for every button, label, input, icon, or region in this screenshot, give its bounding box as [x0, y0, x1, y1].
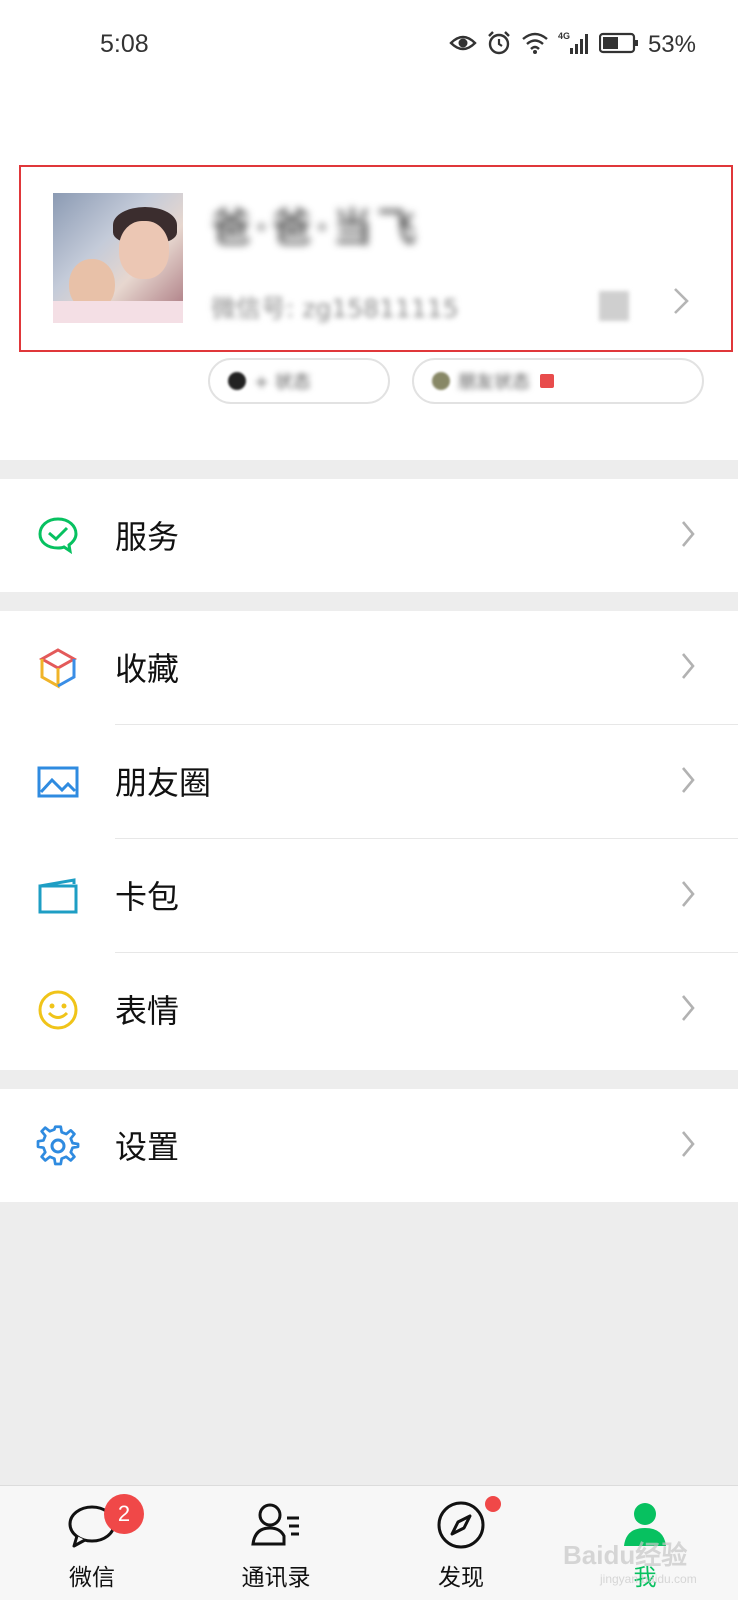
- chevron-right-icon: [680, 765, 696, 799]
- friend-avatars-icon: [432, 372, 450, 390]
- menu-group-main: 收藏 朋友圈 卡包 表情: [0, 611, 738, 1070]
- wallet-icon: [36, 874, 80, 918]
- image-icon: [36, 760, 80, 804]
- tab-label-contacts: 通讯录: [241, 1565, 311, 1591]
- menu-item-cards[interactable]: 卡包: [0, 839, 738, 953]
- status-bar: 5:08 4G 53%: [0, 0, 738, 92]
- tab-contacts[interactable]: 通讯录: [216, 1486, 336, 1600]
- menu-item-settings[interactable]: 设置: [0, 1089, 738, 1203]
- compass-icon: [434, 1498, 488, 1552]
- wifi-icon: [521, 31, 549, 59]
- menu-item-favorites[interactable]: 收藏: [0, 611, 738, 725]
- menu-group-services: 服务: [0, 479, 738, 592]
- tab-chats[interactable]: 2 微信: [32, 1486, 152, 1600]
- profile-wechat-id: 微信号: zg15811115: [211, 294, 459, 323]
- menu-item-stickers[interactable]: 表情: [0, 953, 738, 1067]
- new-dot: [540, 374, 554, 388]
- tab-discover[interactable]: 发现: [401, 1486, 521, 1600]
- discover-red-dot: [485, 1496, 501, 1512]
- menu-label-moments: 朋友圈: [115, 764, 212, 802]
- profile-card[interactable]: 爸·爸·当飞 微信号: zg15811115: [19, 165, 733, 352]
- smiley-icon: [36, 988, 80, 1032]
- wechat-pay-check-icon: [36, 514, 80, 558]
- friends-pill-label: 朋友状态: [458, 372, 530, 393]
- gear-icon: [36, 1124, 80, 1168]
- baidu-watermark-url: jingyan.baidu.com: [600, 1572, 697, 1586]
- menu-item-moments[interactable]: 朋友圈: [0, 725, 738, 839]
- network-type: 4G: [558, 31, 570, 41]
- menu-label-cards: 卡包: [115, 878, 180, 916]
- chevron-right-icon: [680, 879, 696, 913]
- friends-status-pill[interactable]: 朋友状态: [412, 358, 704, 404]
- tab-label-chats: 微信: [69, 1565, 115, 1591]
- alarm-icon: [486, 30, 512, 60]
- menu-label-stickers: 表情: [115, 992, 180, 1030]
- avatar[interactable]: [53, 193, 183, 323]
- profile-nickname: 爸·爸·当飞: [211, 205, 421, 251]
- menu-label-favorites: 收藏: [115, 650, 180, 688]
- battery-icon: [598, 32, 639, 58]
- battery-level: [602, 37, 618, 49]
- menu-group-settings: 设置: [0, 1089, 738, 1202]
- status-pill-label: + 状态: [254, 372, 311, 393]
- baidu-watermark: Baidu经验: [563, 1540, 688, 1570]
- tab-label-discover: 发现: [438, 1565, 484, 1591]
- menu-label-services: 服务: [115, 518, 180, 556]
- eye-icon: [449, 32, 477, 58]
- signal-icon: 4G: [558, 30, 590, 60]
- cube-icon: [36, 646, 80, 690]
- plus-icon: [228, 372, 246, 390]
- chevron-right-icon: [671, 285, 691, 321]
- profile-header: 5:08 4G 53% 爸·爸·当飞 微信号: zg15811115 + 状态 …: [0, 0, 738, 460]
- chevron-right-icon: [680, 993, 696, 1027]
- status-icons: 4G 53%: [449, 30, 696, 60]
- status-time: 5:08: [100, 30, 149, 58]
- chevron-right-icon: [680, 651, 696, 685]
- unread-badge: 2: [104, 1494, 144, 1534]
- status-pill[interactable]: + 状态: [208, 358, 390, 404]
- contacts-icon: [249, 1498, 303, 1552]
- menu-label-settings: 设置: [115, 1128, 180, 1166]
- battery-percent: 53%: [647, 31, 696, 58]
- menu-item-services[interactable]: 服务: [0, 479, 738, 593]
- chevron-right-icon: [680, 519, 696, 553]
- qr-code-icon[interactable]: [599, 291, 629, 321]
- chevron-right-icon: [680, 1129, 696, 1163]
